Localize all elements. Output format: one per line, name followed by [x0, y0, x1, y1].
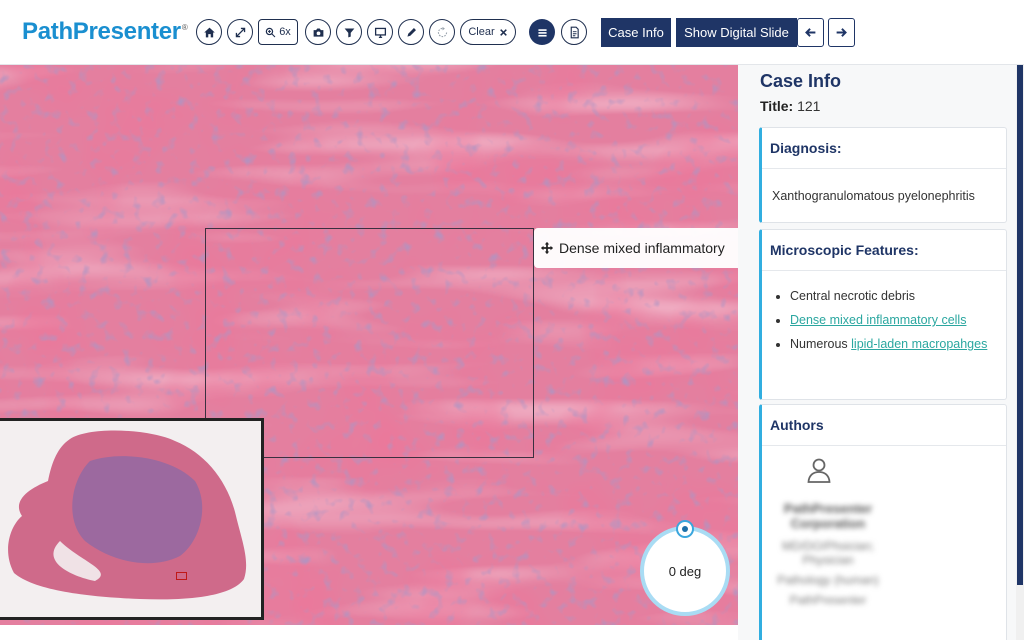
author-info: PathPresenter Corporation MD/DO/Phsician…: [768, 501, 888, 607]
trademark: ®: [181, 23, 188, 32]
top-toolbar: PathPresenter® 6x Clear Case Info Show D…: [0, 0, 1024, 65]
scrollbar-thumb[interactable]: [1017, 65, 1023, 585]
arrow-left-icon: [805, 28, 816, 37]
show-digital-slide-button[interactable]: Show Digital Slide: [676, 18, 797, 47]
case-title: Title: 121: [760, 98, 820, 114]
previous-button[interactable]: [797, 18, 824, 47]
home-button[interactable]: [196, 19, 222, 45]
present-button[interactable]: [367, 19, 393, 45]
filter-button[interactable]: [336, 19, 362, 45]
diagnosis-heading: Diagnosis:: [762, 128, 1006, 169]
feature-link[interactable]: lipid-laden macropahges: [851, 337, 987, 351]
fullscreen-button[interactable]: [227, 19, 253, 45]
zoom-level-button[interactable]: 6x: [258, 19, 298, 45]
user-icon: [806, 457, 832, 488]
authors-heading: Authors: [762, 405, 1006, 446]
zoom-level-label: 6x: [279, 26, 291, 38]
panel-title: Case Info: [760, 71, 842, 91]
authors-card: Authors PathPresenter Corporation MD/DO/…: [759, 404, 1007, 640]
home-icon: [203, 27, 215, 37]
app-logo[interactable]: PathPresenter®: [22, 18, 188, 46]
monitor-icon: [374, 27, 386, 38]
document-icon: [570, 26, 579, 38]
next-button[interactable]: [828, 18, 855, 47]
feature-text: Central necrotic debris: [790, 289, 916, 303]
notes-button[interactable]: [561, 19, 587, 45]
case-title-label: Title:: [760, 98, 794, 114]
annotation-tooltip[interactable]: Dense mixed inflammatory: [534, 228, 738, 268]
list-item: Numerous lipid-laden macropahges: [790, 335, 996, 354]
list-icon: [537, 28, 547, 37]
app-name: PathPresenter: [22, 18, 181, 45]
close-icon: [499, 28, 507, 36]
arrow-right-icon: [836, 28, 847, 37]
move-arrows-icon: [540, 241, 554, 255]
slide-overview-map[interactable]: [0, 418, 264, 620]
feature-text: Numerous: [790, 337, 852, 351]
author-role: MD/DO/Phsician; Physician: [781, 539, 875, 567]
author-name[interactable]: PathPresenter Corporation: [768, 501, 888, 531]
case-info-panel: Case Info Title: 121 Diagnosis: Xanthogr…: [738, 65, 1016, 640]
microscopic-features-card: Microscopic Features: Central necrotic d…: [759, 229, 1007, 400]
zoom-in-icon: [265, 27, 276, 37]
annotate-button[interactable]: [398, 19, 424, 45]
list-item: Central necrotic debris: [790, 287, 996, 306]
diagnosis-text: Xanthogranulomatous pyelonephritis: [772, 189, 975, 203]
overview-thumbnail: [8, 430, 247, 600]
expand-arrows-icon: [235, 27, 245, 37]
case-title-value: 121: [797, 98, 821, 114]
funnel-icon: [344, 27, 354, 37]
rotate-icon: [437, 26, 447, 37]
snapshot-button[interactable]: [305, 19, 331, 45]
list-view-button[interactable]: [529, 19, 555, 45]
rotation-dial[interactable]: 0 deg: [640, 526, 730, 616]
viewer-footer: [0, 625, 738, 640]
annotation-label: Dense mixed inflammatory: [559, 240, 725, 256]
microscopic-heading: Microscopic Features:: [762, 230, 1006, 271]
rotation-handle[interactable]: [676, 520, 694, 538]
microscopic-list: Central necrotic debris Dense mixed infl…: [762, 271, 1006, 367]
feature-link[interactable]: Dense mixed inflammatory cells: [790, 313, 966, 327]
list-item: Dense mixed inflammatory cells: [790, 311, 996, 330]
rotation-value: 0 deg: [668, 563, 702, 579]
clear-label: Clear: [468, 26, 495, 38]
clear-button[interactable]: Clear: [460, 19, 516, 45]
author-specialty: Pathology (human): [777, 573, 879, 587]
rotate-button[interactable]: [429, 19, 455, 45]
camera-icon: [313, 27, 323, 37]
author-org: PathPresenter: [789, 593, 867, 607]
pencil-icon: [406, 27, 416, 37]
case-info-button[interactable]: Case Info: [601, 18, 671, 47]
diagnosis-card: Diagnosis: Xanthogranulomatous pyeloneph…: [759, 127, 1007, 223]
viewport-marker[interactable]: [176, 572, 187, 580]
